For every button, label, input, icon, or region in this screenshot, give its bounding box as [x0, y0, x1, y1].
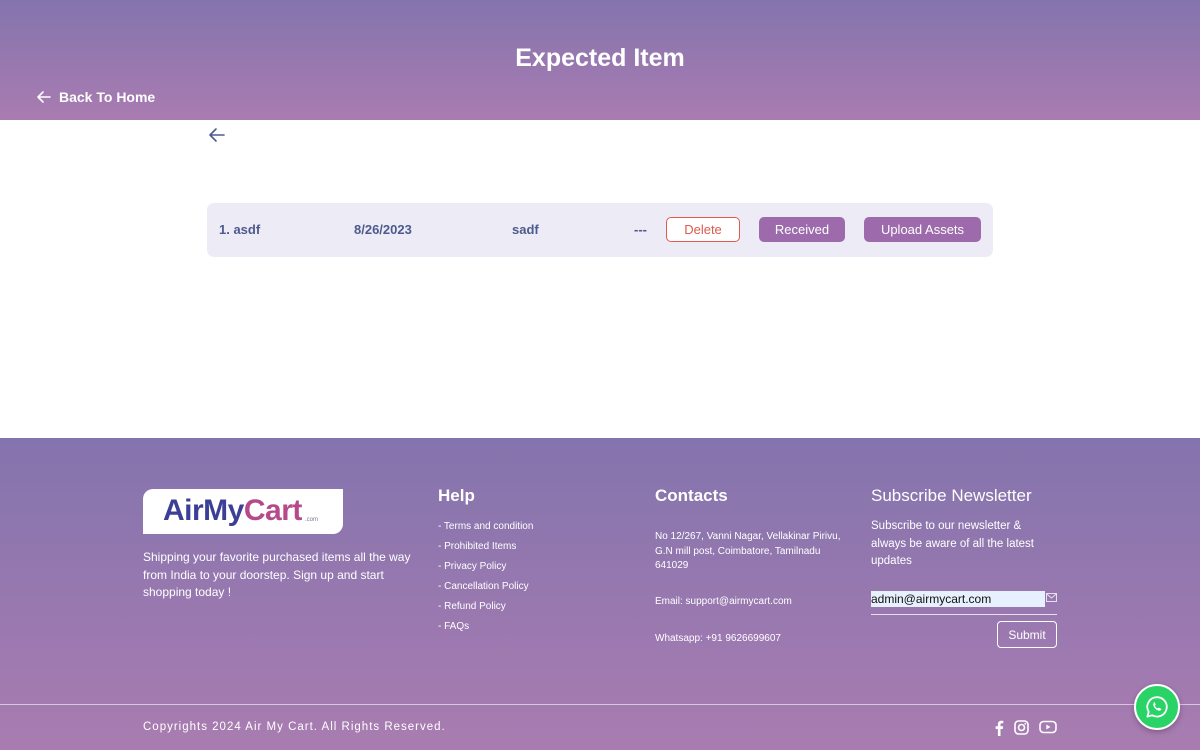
help-title: Help: [438, 486, 475, 505]
contact-address: No 12/267, Vanni Nagar, Vellakinar Piriv…: [655, 531, 841, 571]
page-header: Expected Item Back To Home: [0, 0, 1200, 120]
copyright-text: Copyrights 2024 Air My Cart. All Rights …: [143, 721, 446, 733]
back-button[interactable]: [208, 127, 226, 148]
back-to-home-label: Back To Home: [59, 89, 156, 105]
contacts-title: Contacts: [655, 486, 728, 505]
upload-assets-button[interactable]: Upload Assets: [864, 217, 981, 242]
contact-whatsapp: Whatsapp: +91 9626699607: [655, 633, 781, 644]
arrow-left-icon: [209, 128, 225, 142]
airmycart-logo[interactable]: AirMyCart .com: [143, 489, 343, 534]
help-link-privacy[interactable]: - Privacy Policy: [438, 561, 533, 581]
help-link-faqs[interactable]: - FAQs: [438, 621, 533, 641]
newsletter-underline: [871, 614, 1057, 615]
newsletter-description: Subscribe to our newsletter & always be …: [871, 520, 1035, 567]
site-footer: AirMyCart .com Shipping your favorite pu…: [0, 438, 1200, 750]
received-button[interactable]: Received: [759, 217, 845, 242]
instagram-icon[interactable]: [1014, 720, 1029, 735]
item-name: 1. asdf: [219, 222, 261, 237]
youtube-icon[interactable]: [1039, 720, 1057, 734]
help-link-refund[interactable]: - Refund Policy: [438, 601, 533, 621]
arrow-left-icon: [37, 91, 51, 103]
item-description: sadf: [512, 222, 539, 237]
newsletter-email-input[interactable]: [871, 591, 1045, 607]
footer-divider: [0, 704, 1200, 705]
item-date: 8/26/2023: [354, 222, 412, 237]
delete-button[interactable]: Delete: [666, 217, 740, 242]
back-to-home-link[interactable]: Back To Home: [37, 89, 155, 105]
expected-item-row: 1. asdf 8/26/2023 sadf --- Delete Receiv…: [207, 203, 993, 257]
item-placeholder: ---: [634, 222, 647, 237]
facebook-icon[interactable]: [994, 720, 1004, 736]
whatsapp-icon: [1146, 696, 1168, 718]
page-title: Expected Item: [515, 44, 685, 72]
mail-icon: [1046, 593, 1057, 602]
submit-button[interactable]: Submit: [997, 621, 1057, 648]
help-link-terms[interactable]: - Terms and condition: [438, 521, 533, 541]
help-links: - Terms and condition - Prohibited Items…: [438, 521, 533, 641]
logo-text: AirMyCart: [163, 494, 302, 527]
logo-sub: .com: [305, 517, 319, 523]
whatsapp-chat-button[interactable]: [1134, 684, 1180, 730]
help-link-cancellation[interactable]: - Cancellation Policy: [438, 581, 533, 601]
contact-email: Email: support@airmycart.com: [655, 596, 792, 607]
help-link-prohibited[interactable]: - Prohibited Items: [438, 541, 533, 561]
newsletter-title: Subscribe Newsletter: [871, 486, 1032, 505]
footer-about-text: Shipping your favorite purchased items a…: [143, 550, 411, 599]
